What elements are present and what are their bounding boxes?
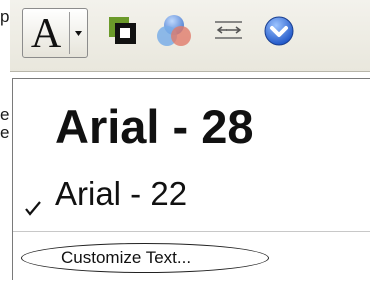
background-text-fragment: e bbox=[0, 123, 10, 142]
shadow-icon[interactable] bbox=[106, 14, 140, 48]
down-circle-icon[interactable] bbox=[262, 14, 296, 48]
background-text-fragment: p bbox=[0, 7, 10, 26]
font-icon[interactable]: A bbox=[23, 9, 69, 57]
font-split-button[interactable]: A bbox=[22, 8, 88, 58]
menu-item-arial-28[interactable]: Arial - 28 bbox=[13, 91, 370, 163]
chevron-down-icon[interactable] bbox=[70, 9, 87, 57]
venn-circles-icon[interactable] bbox=[156, 14, 191, 48]
background-text-fragment: e bbox=[0, 105, 10, 124]
menu-item-arial-22[interactable]: Arial - 22 bbox=[13, 169, 370, 219]
font-size-dropdown-menu: Arial - 28 Arial - 22 Customize Text... bbox=[12, 78, 370, 280]
spacing-arrows-icon[interactable] bbox=[212, 14, 246, 48]
checkmark-icon bbox=[21, 183, 45, 216]
menu-item-label: Arial - 28 bbox=[55, 100, 254, 153]
menu-separator bbox=[13, 231, 370, 232]
toolbar: A bbox=[10, 0, 370, 72]
customize-text-label: Customize Text... bbox=[61, 248, 192, 267]
customize-text-menu-item[interactable]: Customize Text... bbox=[13, 241, 370, 281]
menu-item-label: Arial - 22 bbox=[55, 175, 188, 212]
